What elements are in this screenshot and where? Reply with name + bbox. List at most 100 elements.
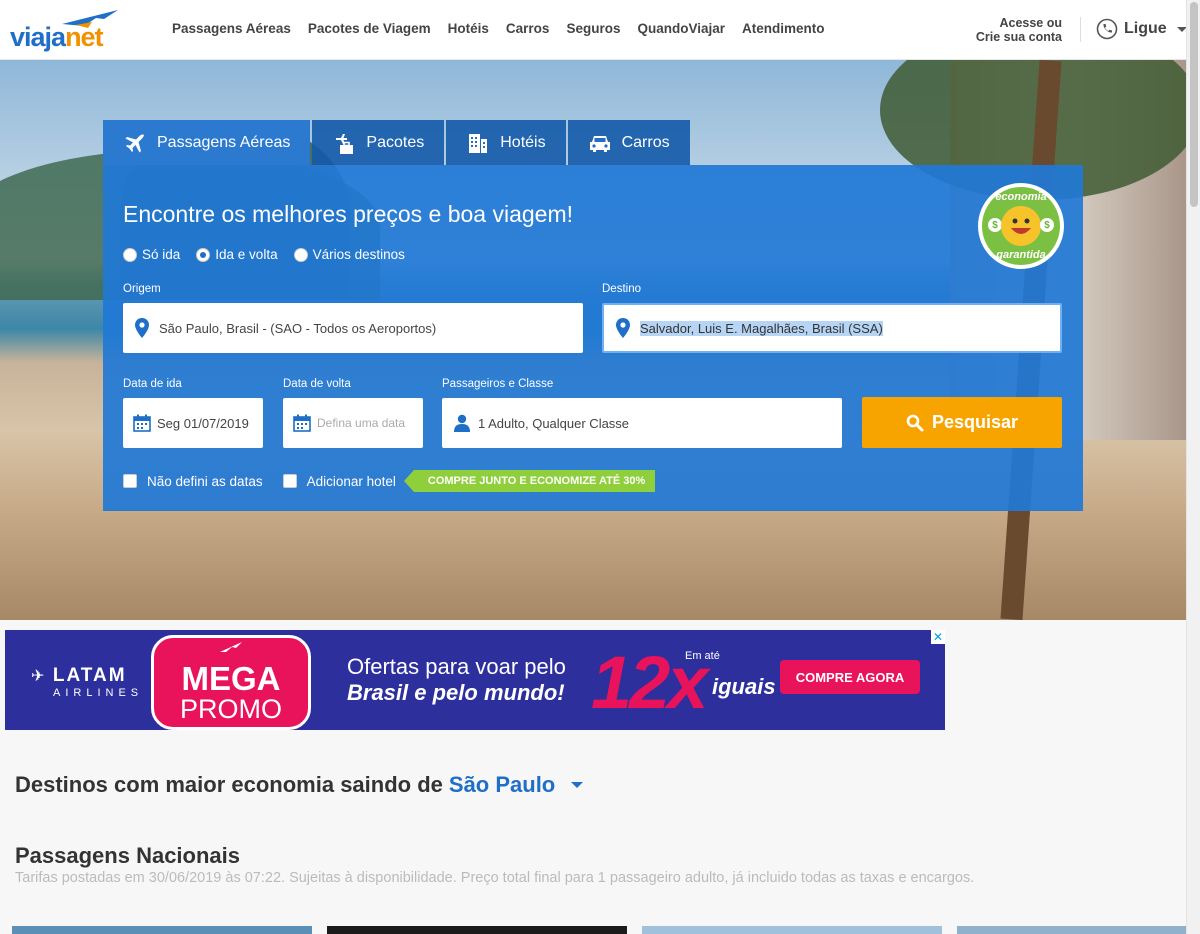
dollar-icon: $ <box>1040 218 1054 232</box>
main-nav: Passagens Aéreas Pacotes de Viagem Hotéi… <box>172 21 825 36</box>
radio-button[interactable] <box>123 247 137 262</box>
origin-city-selector[interactable]: São Paulo <box>449 772 555 798</box>
radio-button-selected[interactable] <box>196 247 211 262</box>
return-date-placeholder: Defina uma data <box>317 416 406 430</box>
radio-label: Ida e volta <box>215 247 278 262</box>
map-pin-icon <box>616 318 630 338</box>
tab-label: Passagens Aéreas <box>157 133 291 151</box>
search-options: Não defini as datas Adicionar hotel COMP… <box>123 470 656 492</box>
phone-icon <box>1096 18 1118 40</box>
tab-hoteis[interactable]: Hotéis <box>446 120 566 165</box>
search-icon <box>906 414 924 431</box>
return-date-field[interactable]: Defina uma data <box>283 398 423 448</box>
map-pin-icon <box>135 318 149 338</box>
tab-label: Hotéis <box>500 133 546 151</box>
national-section-title: Passagens Nacionais <box>15 843 241 868</box>
passengers-field[interactable]: 1 Adulto, Qualquer Classe <box>442 398 842 448</box>
checkbox-label: Adicionar hotel <box>306 473 396 489</box>
tab-carros[interactable]: Carros <box>567 120 690 165</box>
header-divider <box>1080 17 1081 42</box>
logo-text-main: viaja <box>10 22 66 52</box>
destination-card[interactable] <box>957 926 1187 934</box>
ligue-label: Ligue <box>1124 20 1167 37</box>
checkbox-label: Não defini as datas <box>147 473 263 489</box>
tab-passagens-aereas[interactable]: Passagens Aéreas <box>103 120 311 165</box>
nav-seguros[interactable]: Seguros <box>566 21 620 36</box>
plane-icon <box>123 131 147 155</box>
nav-hoteis[interactable]: Hotéis <box>448 21 489 36</box>
depart-date-value: Seg 01/07/2019 <box>157 415 249 431</box>
origin-label: Origem <box>123 283 161 295</box>
destination-card[interactable] <box>12 926 312 934</box>
destination-card[interactable] <box>327 926 627 934</box>
ad-airline: LATAM <box>52 665 127 686</box>
search-panel: Encontre os melhores preços e boa viagem… <box>103 165 1083 511</box>
passengers-label: Passageiros e Classe <box>442 378 554 390</box>
calendar-icon <box>133 414 151 432</box>
tab-pacotes[interactable]: Pacotes <box>312 120 445 165</box>
nav-atendimento[interactable]: Atendimento <box>742 21 825 36</box>
page-scrollbar[interactable] <box>1186 0 1200 934</box>
economia-garantida-badge: economia $ $ garantida <box>978 183 1064 269</box>
economy-section-title: Destinos com maior economia saindo de Sã… <box>15 772 584 798</box>
passengers-value: 1 Adulto, Qualquer Classe <box>478 415 630 431</box>
car-icon <box>588 131 612 155</box>
ligue-dropdown[interactable]: Ligue <box>1096 18 1187 40</box>
radio-varios-destinos[interactable]: Vários destinos <box>293 247 405 262</box>
account-line-1: Acesse ou <box>999 16 1062 30</box>
search-button-label: Pesquisar <box>931 412 1019 432</box>
radio-button[interactable] <box>293 247 308 262</box>
depart-date-field[interactable]: Seg 01/07/2019 <box>123 398 263 448</box>
calendar-icon <box>293 414 311 432</box>
checkbox[interactable] <box>123 474 137 488</box>
plane-icon <box>220 642 242 652</box>
chevron-down-icon[interactable] <box>571 782 584 788</box>
nav-carros[interactable]: Carros <box>506 21 550 36</box>
user-icon <box>454 414 470 432</box>
destination-value: Salvador, Luis E. Magalhães, Brasil (SSA… <box>640 320 883 336</box>
ad-line-1: Ofertas para voar pelo <box>347 654 566 679</box>
depart-date-label: Data de ida <box>123 378 182 390</box>
checkbox-add-hotel[interactable]: Adicionar hotel <box>282 473 396 489</box>
radio-label: Vários destinos <box>312 247 405 262</box>
checkbox-no-dates[interactable]: Não defini as datas <box>123 474 263 489</box>
ad-em-ate: Em até <box>685 650 720 662</box>
nav-pacotes-de-viagem[interactable]: Pacotes de Viagem <box>308 21 431 36</box>
nav-quandoviajar[interactable]: QuandoViajar <box>637 21 725 36</box>
logo-text-accent: net <box>65 22 103 52</box>
return-date-label: Data de volta <box>283 378 351 390</box>
dollar-icon: $ <box>988 218 1002 232</box>
ad-close-icon[interactable]: ✕ <box>931 630 945 644</box>
radio-label: Só ida <box>142 247 181 262</box>
destination-label: Destino <box>602 283 641 295</box>
hotel-icon <box>466 131 490 155</box>
tab-label: Carros <box>621 133 670 151</box>
promo-tag: COMPRE JUNTO E ECONOMIZE ATÉ 30% <box>403 470 656 492</box>
badge-text-top: economia <box>995 191 1047 203</box>
search-button[interactable]: Pesquisar <box>862 397 1062 448</box>
account-line-2: Crie sua conta <box>975 30 1062 44</box>
national-section-subtitle: Tarifas postadas em 30/06/2019 às 07:22.… <box>15 870 975 886</box>
account-link[interactable]: Acesse ou Crie sua conta <box>962 16 1062 44</box>
search-title: Encontre os melhores preços e boa viagem… <box>123 201 574 227</box>
economy-title-text: Destinos com maior economia saindo de <box>15 772 443 797</box>
ad-airline-sub: AIRLINES <box>53 687 144 699</box>
nav-passagens-aereas[interactable]: Passagens Aéreas <box>172 21 291 36</box>
destination-field[interactable]: Salvador, Luis E. Magalhães, Brasil (SSA… <box>602 303 1062 353</box>
destination-card[interactable] <box>642 926 942 934</box>
viajanet-logo[interactable]: viajanet <box>10 10 120 52</box>
ad-cta-button[interactable]: COMPRE AGORA <box>780 660 920 694</box>
latam-ad-banner[interactable]: ✈ LATAM AIRLINES MEGA PROMO Ofertas para… <box>5 630 945 730</box>
smiley-icon <box>1001 206 1041 246</box>
ad-iguais: iguais <box>712 674 776 699</box>
badge-text-bottom: garantida <box>996 249 1046 261</box>
ad-line-2: Brasil e pelo mundo! <box>347 680 565 705</box>
ad-promo: PROMO <box>179 694 282 724</box>
checkbox[interactable] <box>282 474 297 488</box>
origin-field[interactable]: São Paulo, Brasil - (SAO - Todos os Aero… <box>123 303 583 353</box>
radio-so-ida[interactable]: Só ida <box>123 247 180 262</box>
scrollbar-thumb[interactable] <box>1190 2 1198 207</box>
package-icon <box>332 131 356 155</box>
radio-ida-e-volta[interactable]: Ida e volta <box>196 247 278 262</box>
ad-mega: MEGA <box>181 660 281 697</box>
